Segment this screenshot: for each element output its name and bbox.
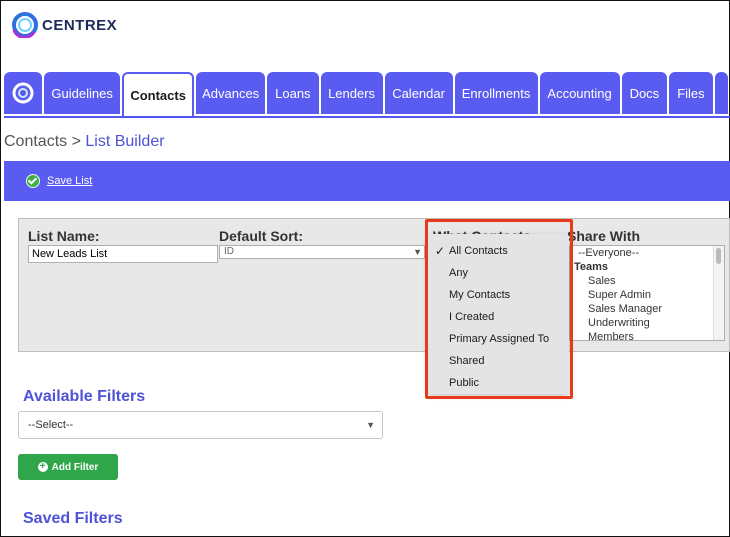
share-option[interactable]: Sales Manager — [570, 302, 724, 316]
share-with-label: Share With — [567, 228, 640, 244]
home-logo-icon — [12, 82, 34, 104]
saved-filters-heading: Saved Filters — [23, 510, 123, 527]
tab-files[interactable]: Files — [669, 72, 713, 114]
available-filters-heading: Available Filters — [23, 388, 146, 405]
tab-home[interactable] — [4, 72, 43, 114]
tab-guidelines[interactable]: Guidelines — [44, 72, 121, 114]
list-settings-panel: List Name: New Leads List Default Sort: … — [18, 218, 730, 352]
check-circle-icon — [26, 174, 40, 188]
tab-advances[interactable]: Advances — [196, 72, 266, 114]
share-group-heading: Teams — [574, 261, 609, 273]
tab-loans[interactable]: Loans — [267, 72, 319, 114]
list-name-label: List Name: — [28, 228, 100, 244]
brand-logo[interactable]: CENTREX — [12, 12, 117, 38]
tab-overflow[interactable] — [714, 72, 728, 114]
breadcrumb: Contacts > List Builder — [4, 133, 165, 151]
list-name-input[interactable]: New Leads List — [28, 245, 218, 263]
share-option[interactable]: Super Admin — [570, 288, 724, 302]
share-option[interactable]: Underwriting — [570, 316, 724, 330]
default-sort-select[interactable]: ID ▼ — [219, 245, 425, 259]
chevron-down-icon: ▼ — [366, 420, 375, 430]
breadcrumb-parent[interactable]: Contacts — [4, 133, 67, 150]
chevron-down-icon: ▼ — [413, 247, 422, 257]
action-bar: Save List — [4, 161, 730, 201]
centrex-logo-icon — [12, 12, 38, 38]
breadcrumb-separator: > — [71, 133, 81, 150]
scrollbar-thumb[interactable] — [716, 248, 721, 264]
share-scrollbar[interactable] — [713, 246, 724, 340]
filter-select[interactable]: --Select-- ▼ — [18, 411, 383, 439]
share-with-listbox[interactable]: --Everyone-- Teams Sales Super Admin Sal… — [569, 245, 725, 341]
brand-name: CENTREX — [42, 16, 118, 34]
highlight-box — [425, 219, 573, 399]
add-filter-label: Add Filter — [51, 461, 99, 473]
plus-icon: + — [37, 462, 48, 472]
share-option[interactable]: --Everyone-- — [570, 246, 724, 260]
add-filter-button[interactable]: + Add Filter — [18, 454, 118, 480]
tab-docs[interactable]: Docs — [621, 72, 668, 114]
tab-calendar[interactable]: Calendar — [384, 72, 453, 114]
main-nav: Guidelines Contacts Advances Loans Lende… — [4, 72, 730, 118]
tab-accounting[interactable]: Accounting — [539, 72, 620, 114]
save-list-label: Save List — [47, 175, 93, 187]
share-option[interactable]: Sales — [570, 274, 724, 288]
share-option[interactable]: Members — [570, 330, 724, 340]
filter-select-value: --Select-- — [28, 419, 74, 431]
default-sort-label: Default Sort: — [219, 228, 303, 244]
breadcrumb-current[interactable]: List Builder — [85, 133, 164, 150]
tab-contacts[interactable]: Contacts — [122, 72, 195, 116]
save-list-button[interactable]: Save List — [26, 174, 92, 188]
default-sort-value: ID — [224, 246, 234, 257]
tab-enrollments[interactable]: Enrollments — [454, 72, 538, 114]
tab-lenders[interactable]: Lenders — [320, 72, 383, 114]
